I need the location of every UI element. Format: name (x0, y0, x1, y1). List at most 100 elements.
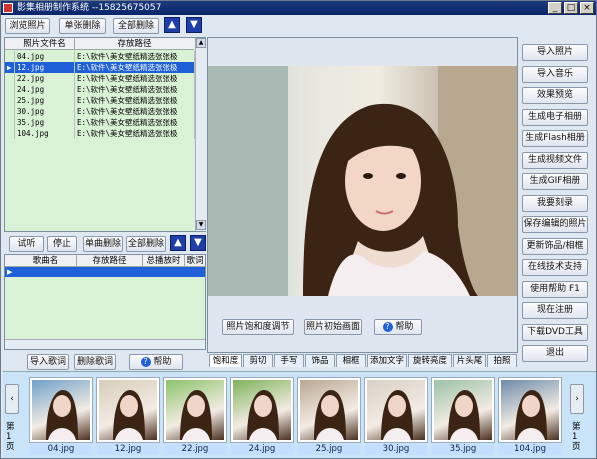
window-title: 影集相册制作系统 --15825675057 (17, 3, 162, 13)
photo-table-scrollbar[interactable]: ▲ ▼ (195, 38, 206, 231)
thumbnail[interactable]: 104.jpg (499, 378, 561, 456)
table-row[interactable]: 25.jpg E:\软件\美女壁纸精选张张极 (5, 95, 195, 106)
next-page-icon[interactable]: › (570, 384, 584, 414)
cell-filename: 30.jpg (15, 106, 75, 117)
side-button-4[interactable]: 生成Flash相册 (522, 130, 588, 147)
close-icon[interactable]: × (580, 2, 594, 14)
delete-lyrics-button[interactable]: 删除歌词 (74, 354, 116, 370)
move-down-icon[interactable]: ▼ (186, 17, 202, 33)
table-row[interactable]: 24.jpg E:\软件\美女壁纸精选张张极 (5, 84, 195, 95)
stop-button[interactable]: 停止 (47, 236, 77, 252)
song-down-icon[interactable]: ▼ (190, 235, 206, 251)
preview-photo (208, 66, 517, 296)
table-row[interactable]: 35.jpg E:\软件\美女壁纸精选张张极 (5, 117, 195, 128)
minimize-icon[interactable]: _ (548, 2, 562, 14)
thumbnail[interactable]: 30.jpg (365, 378, 427, 456)
table-row[interactable]: 104.jpg E:\软件\美女壁纸精选张张极 (5, 128, 195, 139)
thumbnail-image (97, 378, 159, 442)
scroll-up-icon[interactable]: ▲ (196, 38, 206, 48)
thumbnail[interactable]: 04.jpg (30, 378, 92, 456)
move-up-icon[interactable]: ▲ (164, 17, 180, 33)
help-icon: ? (382, 322, 393, 332)
import-lyrics-button[interactable]: 导入歌词 (27, 354, 69, 370)
maximize-icon[interactable]: □ (564, 2, 578, 14)
photo-table: 照片文件名 存放路径 04.jpg E:\软件\美女壁纸精选张张极 ▶ 12.jpg E… (4, 37, 206, 232)
row-pointer-icon (5, 106, 15, 117)
tab-4[interactable]: 相框 (336, 354, 366, 367)
table-row[interactable]: 04.jpg E:\软件\美女壁纸精选张张极 (5, 51, 195, 62)
tab-8[interactable]: 拍照 (487, 354, 517, 367)
tab-1[interactable]: 剪切 (243, 354, 273, 367)
delete-one-photo-button[interactable]: 单张删除 (59, 18, 106, 34)
help-button-preview[interactable]: ? 帮助 (374, 319, 422, 335)
side-button-8[interactable]: 保存编辑的照片 (522, 216, 588, 233)
column-header-filename: 照片文件名 (15, 38, 75, 50)
thumbnail-image (432, 378, 494, 442)
preview-area: 照片饱和度调节 照片初始画面 ? 帮助 (207, 37, 518, 353)
delete-all-songs-button[interactable]: 全部删除 (126, 236, 166, 252)
side-button-7[interactable]: 我要刻录 (522, 194, 588, 212)
app-window: 影集相册制作系统 --15825675057 _ □ × 浏览照片 单张删除 全… (0, 0, 597, 459)
cell-filename: 22.jpg (15, 73, 75, 84)
side-button-5[interactable]: 生成视频文件 (522, 151, 588, 169)
listen-button[interactable]: 试听 (9, 236, 44, 252)
thumbnail[interactable]: 22.jpg (164, 378, 226, 456)
thumbnail[interactable]: 25.jpg (298, 378, 360, 456)
thumbnail-image (499, 378, 561, 442)
side-button-13[interactable]: 下载DVD工具 (522, 323, 588, 341)
thumbnail-image (164, 378, 226, 442)
column-header-duration: 总播放时间 (143, 255, 185, 278)
delete-one-song-button[interactable]: 单曲删除 (83, 236, 123, 252)
column-header-path: 存放路径 (75, 38, 194, 50)
thumbnail[interactable]: 24.jpg (231, 378, 293, 456)
row-pointer-icon: ▶ (5, 62, 15, 73)
row-pointer-icon (5, 73, 15, 84)
tab-6[interactable]: 旋转亮度 (408, 354, 452, 367)
thumbnail[interactable]: 35.jpg (432, 378, 494, 456)
row-pointer-icon (5, 117, 15, 128)
row-pointer-icon: ▶ (7, 268, 13, 276)
tab-0[interactable]: 饱和度 (209, 354, 242, 367)
music-table-hscrollbar[interactable] (5, 339, 205, 349)
cell-path: E:\软件\美女壁纸精选张张极 (75, 51, 195, 62)
tab-2[interactable]: 手写 (274, 354, 304, 367)
cell-path: E:\软件\美女壁纸精选张张极 (75, 73, 195, 84)
cell-path: E:\软件\美女壁纸精选张张极 (75, 128, 195, 139)
side-button-9[interactable]: 更新饰品/相框 (522, 237, 588, 255)
delete-all-photos-button[interactable]: 全部删除 (113, 18, 159, 34)
tab-3[interactable]: 饰品 (305, 354, 335, 367)
song-up-icon[interactable]: ▲ (170, 235, 186, 251)
prev-page-icon[interactable]: ‹ (5, 384, 19, 414)
side-button-12[interactable]: 现在注册 (522, 302, 588, 319)
side-button-10[interactable]: 在线技术支持 (522, 259, 588, 276)
side-button-2[interactable]: 效果预览 (522, 87, 588, 104)
thumbnail[interactable]: 12.jpg (97, 378, 159, 456)
column-header-song-path: 存放路径 (77, 255, 143, 267)
side-button-0[interactable]: 导入照片 (522, 44, 588, 61)
thumbnail-image (231, 378, 293, 442)
side-button-3[interactable]: 生成电子相册 (522, 108, 588, 126)
row-pointer-icon (5, 95, 15, 106)
saturation-adjust-button[interactable]: 照片饱和度调节 (222, 319, 294, 335)
side-button-6[interactable]: 生成GIF相册 (522, 173, 588, 190)
music-selected-row[interactable]: ▶ (5, 267, 205, 277)
cell-path: E:\软件\美女壁纸精选张张极 (75, 106, 195, 117)
browse-photos-button[interactable]: 浏览照片 (5, 18, 50, 34)
cell-filename: 04.jpg (15, 51, 75, 62)
photo-init-button[interactable]: 照片初始画面 (304, 319, 362, 335)
help-button-left[interactable]: ? 帮助 (129, 354, 183, 370)
scroll-down-icon[interactable]: ▼ (196, 220, 206, 230)
table-row[interactable]: ▶ 12.jpg E:\软件\美女壁纸精选张张极 (5, 62, 195, 73)
thumbnail-caption: 35.jpg (432, 444, 494, 455)
table-row[interactable]: 30.jpg E:\软件\美女壁纸精选张张极 (5, 106, 195, 117)
side-button-14[interactable]: 退出 (522, 345, 588, 362)
cell-path: E:\软件\美女壁纸精选张张极 (75, 84, 195, 95)
side-button-11[interactable]: 使用帮助 F1 (522, 280, 588, 298)
thumbnail-image (365, 378, 427, 442)
side-button-1[interactable]: 导入音乐 (522, 65, 588, 83)
tab-5[interactable]: 添加文字 (367, 354, 407, 367)
cell-path: E:\软件\美女壁纸精选张张极 (75, 62, 195, 73)
table-row[interactable]: 22.jpg E:\软件\美女壁纸精选张张极 (5, 73, 195, 84)
music-table: 歌曲名 存放路径 总播放时间 歌词 ▶ (4, 254, 206, 350)
tab-7[interactable]: 片头尾 (453, 354, 486, 367)
